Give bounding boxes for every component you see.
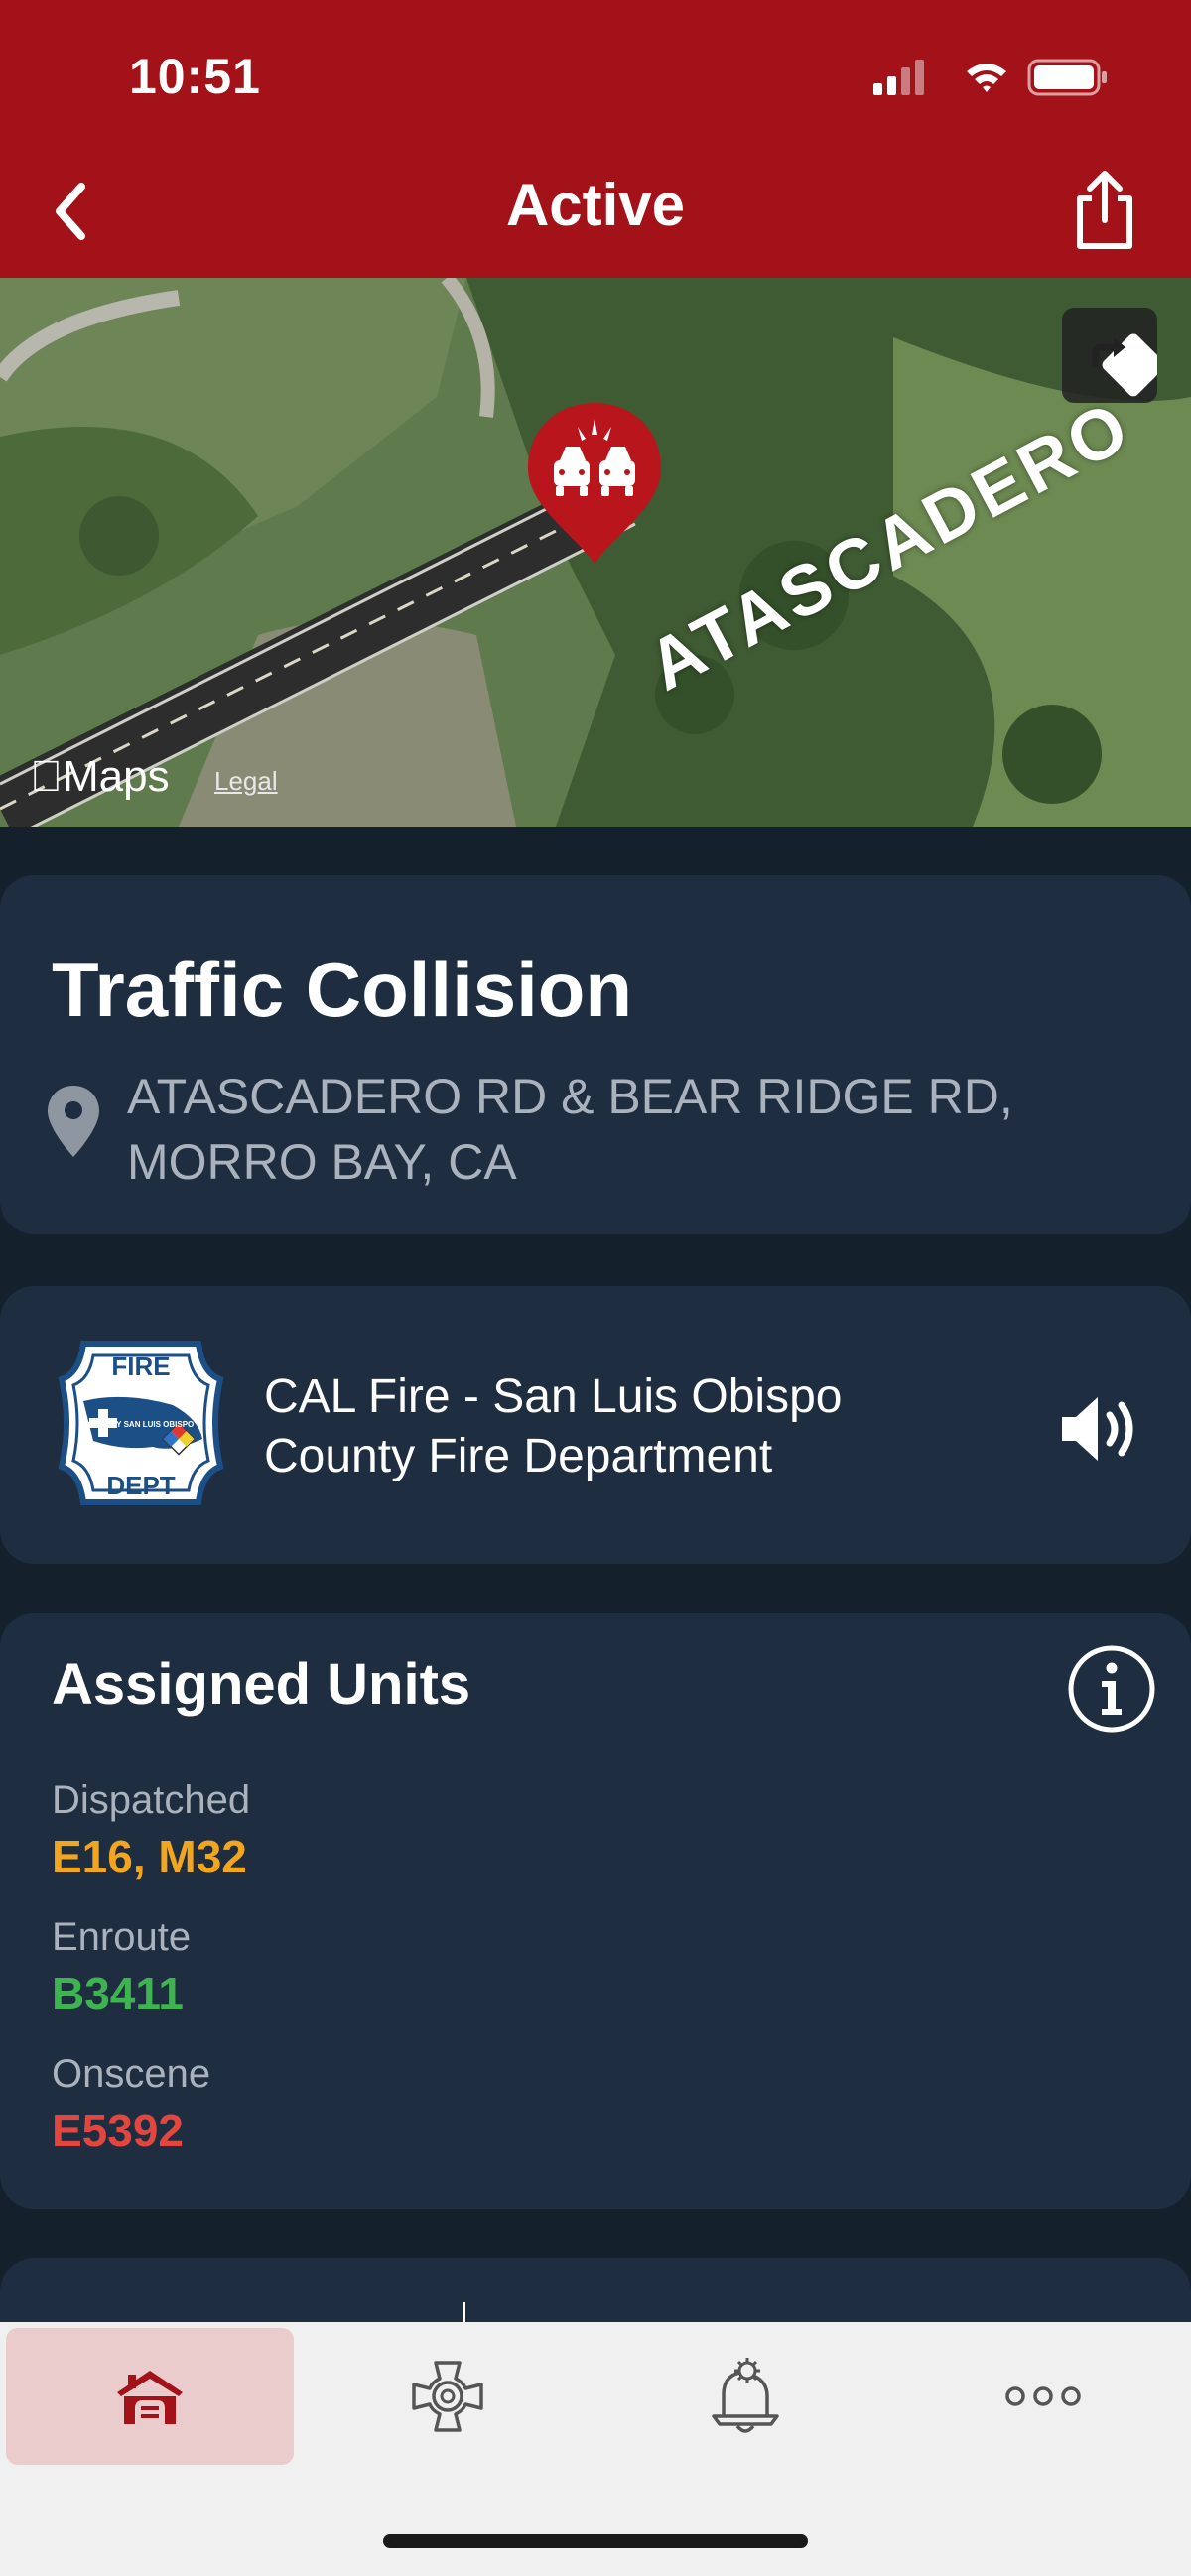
logo-dept-text: DEPT (106, 1471, 175, 1500)
incident-map[interactable]: ATASCADERO Maps Legal (0, 278, 1191, 827)
speaker-icon[interactable] (1058, 1391, 1143, 1467)
bell-gear-icon (712, 2358, 779, 2433)
page-title: Active (505, 172, 686, 238)
battery-icon (1027, 59, 1107, 96)
enroute-label: Enroute (52, 1915, 192, 1959)
incident-address[interactable]: ATASCADERO RD & BEAR RIDGE RD, MORRO BAY… (127, 1064, 1120, 1195)
onscene-units: E5392 (52, 2105, 185, 2156)
home-indicator (383, 2534, 808, 2548)
maps-attribution: Maps (30, 752, 170, 801)
assigned-units-title: Assigned Units (52, 1652, 471, 1717)
tab-more[interactable] (899, 2328, 1187, 2465)
wifi-icon (967, 64, 1006, 92)
agency-name: CAL Fire - San Luis Obispo County Fire D… (264, 1370, 843, 1482)
incident-card: Traffic Collision ATASCADERO RD & BEAR R… (0, 875, 1191, 1234)
assigned-units-card: Assigned Units Dispatched E16, M32 Enrou… (0, 1613, 1191, 2209)
tab-alerts[interactable] (601, 2328, 889, 2465)
share-button[interactable] (1070, 169, 1139, 252)
enroute-units: B3411 (52, 1968, 185, 2019)
scroll-indicator (463, 2302, 465, 2322)
collision-marker-icon[interactable] (524, 399, 665, 568)
location-pin-icon (48, 1086, 99, 1157)
onscene-label: Onscene (52, 2052, 211, 2096)
maps-legal-link[interactable]: Legal (214, 766, 278, 797)
signal-icon (873, 60, 924, 95)
directions-button[interactable] (1062, 308, 1157, 403)
ellipsis-icon (1005, 2386, 1081, 2406)
dispatched-label: Dispatched (52, 1778, 251, 1822)
logo-county-text: COUNTY SAN LUIS OBISPO (88, 1420, 195, 1429)
fire-dept-logo: FIRE DEPT COUNTY SAN LUIS OBISPO (58, 1341, 224, 1505)
firehouse-icon (117, 2371, 183, 2424)
maltese-cross-icon (412, 2361, 483, 2432)
status-time: 10:51 (129, 49, 261, 104)
tab-bar (0, 2322, 1191, 2576)
agency-card[interactable]: FIRE DEPT COUNTY SAN LUIS OBISPO CAL Fir… (0, 1286, 1191, 1564)
tab-department[interactable] (304, 2328, 592, 2465)
tab-home[interactable] (6, 2328, 294, 2465)
incident-type: Traffic Collision (52, 946, 633, 1033)
app-header: 10:51 Active (0, 0, 1191, 278)
status-icons (873, 59, 1107, 96)
info-icon[interactable] (1066, 1643, 1157, 1735)
logo-fire-text: FIRE (111, 1352, 170, 1381)
apple-logo-icon:  (30, 752, 63, 801)
dispatched-units: E16, M32 (52, 1831, 247, 1882)
